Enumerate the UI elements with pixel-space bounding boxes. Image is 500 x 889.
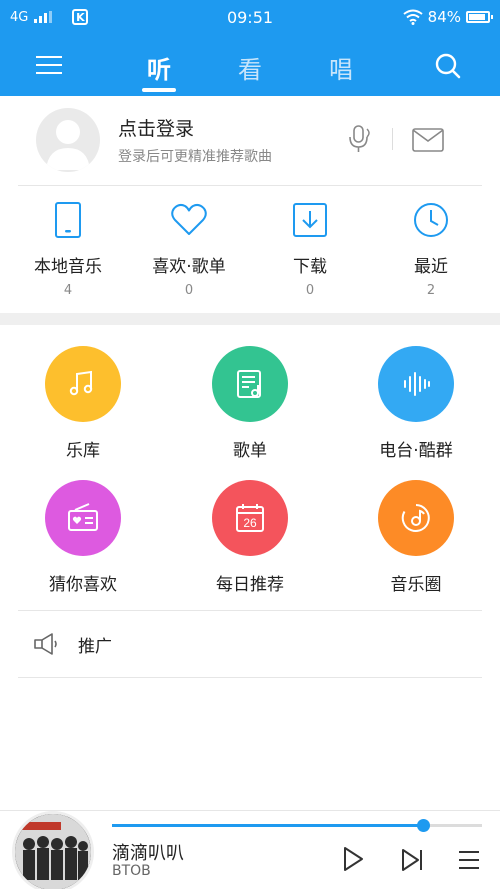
playlist-queue-icon[interactable] xyxy=(456,847,482,873)
quick-item-count: 2 xyxy=(426,283,436,298)
login-subtitle: 登录后可更精准推荐歌曲 xyxy=(118,149,272,165)
voice-search-icon[interactable] xyxy=(348,124,374,154)
avatar[interactable] xyxy=(36,108,100,172)
divider xyxy=(18,677,482,678)
grid-item-library[interactable]: 乐库 xyxy=(18,346,148,461)
music-note-icon xyxy=(69,370,93,396)
grid-item-playlist[interactable]: 歌单 xyxy=(185,346,315,461)
mail-icon[interactable] xyxy=(412,128,444,152)
quick-item-count: 0 xyxy=(184,283,194,298)
tab-listen[interactable]: 听 xyxy=(134,50,184,85)
grid-item-label: 歌单 xyxy=(233,441,267,461)
grid-item-label: 猜你喜欢 xyxy=(49,575,117,595)
top-nav: 听 看 唱 xyxy=(0,36,500,96)
playlist-icon xyxy=(237,370,261,398)
login-title[interactable]: 点击登录 xyxy=(118,114,194,141)
quick-item-favorites[interactable]: 喜欢·歌单 0 xyxy=(129,200,249,298)
promo-label: 推广 xyxy=(78,637,112,657)
music-circle-badge xyxy=(378,480,454,556)
song-title[interactable]: 滴滴叭叭 xyxy=(112,839,184,865)
album-art xyxy=(15,814,91,889)
grid-item-guess-you-like[interactable]: 猜你喜欢 xyxy=(18,480,148,595)
grid-item-label: 电台·酷群 xyxy=(379,441,453,461)
quick-item-label: 喜欢·歌单 xyxy=(152,257,226,277)
divider xyxy=(392,128,393,150)
status-bar: 4G K 09:51 84% xyxy=(0,0,500,36)
grid-item-label: 每日推荐 xyxy=(216,575,284,595)
tab-indicator xyxy=(142,88,176,92)
quick-item-recent[interactable]: 最近 2 xyxy=(371,200,491,298)
battery-percent: 84% xyxy=(427,8,461,26)
section-separator xyxy=(0,313,500,325)
phone-icon xyxy=(55,202,81,238)
next-track-icon[interactable] xyxy=(400,847,426,873)
divider xyxy=(18,610,482,611)
grid-item-daily-recommend[interactable]: 26 每日推荐 xyxy=(185,480,315,595)
default-avatar-icon xyxy=(46,120,90,170)
quick-access: 本地音乐 4 喜欢·歌单 0 下载 0 最近 2 xyxy=(0,190,500,308)
wifi-icon xyxy=(403,9,423,25)
login-section[interactable]: 点击登录 登录后可更精准推荐歌曲 xyxy=(0,96,500,184)
tab-watch[interactable]: 看 xyxy=(225,50,275,85)
battery-icon xyxy=(466,11,493,23)
quick-item-download[interactable]: 下载 0 xyxy=(250,200,370,298)
calendar-icon: 26 xyxy=(236,504,264,532)
divider xyxy=(18,185,482,186)
playlist-badge xyxy=(212,346,288,422)
album-cover[interactable] xyxy=(12,811,94,889)
grid-item-radio[interactable]: 电台·酷群 xyxy=(351,346,481,461)
progress-thumb[interactable] xyxy=(416,819,430,832)
heart-icon xyxy=(171,203,207,235)
menu-icon[interactable] xyxy=(36,54,62,76)
quick-item-local-music[interactable]: 本地音乐 4 xyxy=(8,200,128,298)
tab-sing[interactable]: 唱 xyxy=(316,50,366,85)
megaphone-icon xyxy=(34,633,57,655)
clock-icon xyxy=(414,203,448,237)
search-icon[interactable] xyxy=(434,52,462,80)
soundwave-icon xyxy=(404,372,430,396)
progress-bar[interactable] xyxy=(112,819,482,832)
grid-item-label: 乐库 xyxy=(66,441,100,461)
quick-item-label: 下载 xyxy=(293,257,327,277)
promo-row[interactable]: 推广 xyxy=(0,612,500,676)
play-icon[interactable] xyxy=(340,845,366,873)
quick-item-count: 4 xyxy=(63,283,73,298)
download-icon xyxy=(293,203,327,237)
song-artist: BTOB xyxy=(112,863,151,879)
grid-item-label: 音乐圈 xyxy=(390,575,442,595)
quick-item-label: 最近 xyxy=(414,257,448,277)
music-circle-icon xyxy=(401,504,430,532)
radio-heart-icon xyxy=(68,503,98,531)
library-badge xyxy=(45,346,121,422)
radio-badge xyxy=(378,346,454,422)
mini-player[interactable]: 滴滴叭叭 BTOB xyxy=(0,810,500,889)
progress-fill xyxy=(112,824,423,827)
grid-item-music-circle[interactable]: 音乐圈 xyxy=(351,480,481,595)
calendar-day: 26 xyxy=(243,516,257,530)
quick-item-label: 本地音乐 xyxy=(34,257,102,277)
guess-badge xyxy=(45,480,121,556)
daily-badge: 26 xyxy=(212,480,288,556)
quick-item-count: 0 xyxy=(305,283,315,298)
